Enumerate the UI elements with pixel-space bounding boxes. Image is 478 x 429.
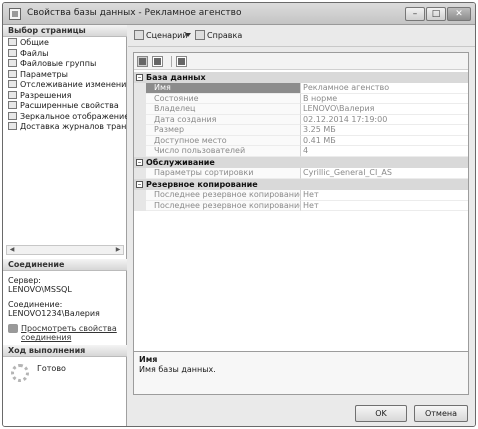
script-icon xyxy=(134,30,144,40)
page-icon xyxy=(8,80,17,88)
property-value: 0.41 МБ xyxy=(301,136,468,146)
property-value: Нет xyxy=(301,201,468,211)
maximize-button[interactable]: □ xyxy=(426,7,446,21)
property-grid: – База данных Имя Рекламное агенство Сост… xyxy=(133,52,469,368)
page-list: Общие Файлы Файловые группы Параметры От… xyxy=(8,38,127,133)
select-page-header: Выбор страницы xyxy=(3,25,127,37)
property-pages-icon[interactable] xyxy=(176,56,187,67)
toolbar: Сценарий Справка xyxy=(128,25,475,47)
collapse-icon[interactable]: – xyxy=(136,159,143,166)
property-row[interactable]: Владелец LENOVO\Валерия xyxy=(134,104,468,115)
connection-header: Соединение xyxy=(3,259,127,271)
property-row[interactable]: Доступное место 0.41 МБ xyxy=(134,135,468,146)
window-title: Свойства базы данных - Рекламное агенств… xyxy=(27,8,242,18)
property-value: Рекламное агенство xyxy=(301,83,468,94)
property-key: Дата создания xyxy=(146,114,301,125)
page-item-filegroups[interactable]: Файловые группы xyxy=(8,59,127,70)
scroll-right-icon[interactable]: ▶ xyxy=(113,246,123,254)
page-item-log-shipping[interactable]: Доставка журналов транзакций xyxy=(8,122,127,133)
connection-label: Соединение: xyxy=(8,300,63,309)
property-row[interactable]: Число пользователей 4 xyxy=(134,146,468,157)
property-row[interactable]: Размер 3.25 МБ xyxy=(134,125,468,136)
connection-properties-icon xyxy=(8,324,18,333)
property-key: Доступное место xyxy=(146,135,301,146)
database-properties-window: Свойства базы данных - Рекламное агенств… xyxy=(2,2,476,427)
property-value: LENOVO\Валерия xyxy=(301,104,468,115)
page-icon xyxy=(8,101,17,109)
alphabetical-sort-icon[interactable] xyxy=(152,56,163,67)
collapse-icon[interactable]: – xyxy=(136,74,143,81)
description-text: Имя базы данных. xyxy=(139,365,216,374)
connection-value: LENOVO1234\Валерия xyxy=(8,309,100,318)
property-row[interactable]: Последнее резервное копирование журнаНет xyxy=(134,200,468,211)
page-item-mirroring[interactable]: Зеркальное отображение xyxy=(8,111,127,123)
view-connection-properties-link[interactable]: Просмотреть свойства соединения xyxy=(8,324,125,342)
progress-header: Ход выполнения xyxy=(3,345,127,357)
property-value: 3.25 МБ xyxy=(301,125,468,136)
page-icon xyxy=(8,38,17,46)
grid-toolbar xyxy=(134,53,468,70)
property-key: Состояние xyxy=(146,93,301,104)
property-key: Имя xyxy=(146,83,301,94)
script-dropdown-icon[interactable] xyxy=(185,33,191,37)
page-item-options[interactable]: Параметры xyxy=(8,69,127,81)
property-key: Параметры сортировки xyxy=(146,168,301,179)
property-value: В норме xyxy=(301,94,468,104)
property-value: 02.12.2014 17:19:00 xyxy=(301,115,468,125)
category-database[interactable]: – База данных xyxy=(134,72,468,83)
category-maintenance[interactable]: – Обслуживание xyxy=(134,157,468,168)
close-button[interactable]: ✕ xyxy=(447,7,471,21)
page-icon xyxy=(8,111,17,120)
property-value: Cyrillic_General_CI_AS xyxy=(301,168,468,179)
page-list-scrollbar[interactable]: ◀ ▶ xyxy=(6,245,124,255)
page-item-change-tracking[interactable]: Отслеживание изменений xyxy=(8,80,127,91)
server-label: Сервер: xyxy=(8,276,41,285)
server-value: LENOVO\MSSQL xyxy=(8,285,72,294)
property-key: Последнее резервное копирование базы xyxy=(146,190,301,201)
category-backup[interactable]: – Резервное копирование xyxy=(134,179,468,190)
page-icon xyxy=(8,122,17,130)
minimize-button[interactable]: – xyxy=(405,7,425,21)
property-value: 4 xyxy=(301,146,468,157)
property-value: Нет xyxy=(301,190,468,201)
title-bar[interactable]: Свойства базы данных - Рекламное агенств… xyxy=(3,3,475,25)
collapse-icon[interactable]: – xyxy=(136,181,143,188)
page-icon xyxy=(8,48,17,57)
scroll-left-icon[interactable]: ◀ xyxy=(7,246,17,254)
page-icon xyxy=(8,59,17,67)
help-button[interactable]: Справка xyxy=(195,30,242,42)
property-row[interactable]: Дата создания 02.12.2014 17:19:00 xyxy=(134,114,468,125)
property-row[interactable]: Имя Рекламное агенство xyxy=(134,83,468,94)
categorized-view-icon[interactable] xyxy=(137,56,148,67)
toolbar-separator xyxy=(171,56,172,67)
property-row[interactable]: Последнее резервное копирование базыНет xyxy=(134,190,468,201)
page-icon xyxy=(8,69,17,78)
help-icon xyxy=(195,30,205,40)
left-panel: Выбор страницы Общие Файлы Файловые груп… xyxy=(3,25,127,426)
property-description-panel: Имя Имя базы данных. xyxy=(133,351,469,395)
property-key: Число пользователей xyxy=(146,146,301,157)
page-icon xyxy=(8,90,17,99)
page-item-files[interactable]: Файлы xyxy=(8,48,127,60)
property-key: Последнее резервное копирование журна xyxy=(146,200,301,211)
ok-button[interactable]: OK xyxy=(355,405,407,422)
page-item-permissions[interactable]: Разрешения xyxy=(8,90,127,102)
property-row[interactable]: Состояние В норме xyxy=(134,93,468,104)
property-key: Размер xyxy=(146,125,301,136)
property-row[interactable]: Параметры сортировки Cyrillic_General_CI_… xyxy=(134,168,468,179)
progress-spinner-icon xyxy=(11,364,29,382)
script-button[interactable]: Сценарий xyxy=(134,30,188,42)
description-title: Имя xyxy=(139,355,158,364)
page-item-general[interactable]: Общие xyxy=(8,38,127,49)
page-item-extended-properties[interactable]: Расширенные свойства xyxy=(8,101,127,112)
cancel-button[interactable]: Отмена xyxy=(414,405,468,422)
progress-status: Готово xyxy=(37,364,66,373)
property-key: Владелец xyxy=(146,104,301,115)
right-panel: Сценарий Справка – База данных Имя Реклам… xyxy=(128,25,475,426)
app-icon xyxy=(9,8,21,20)
